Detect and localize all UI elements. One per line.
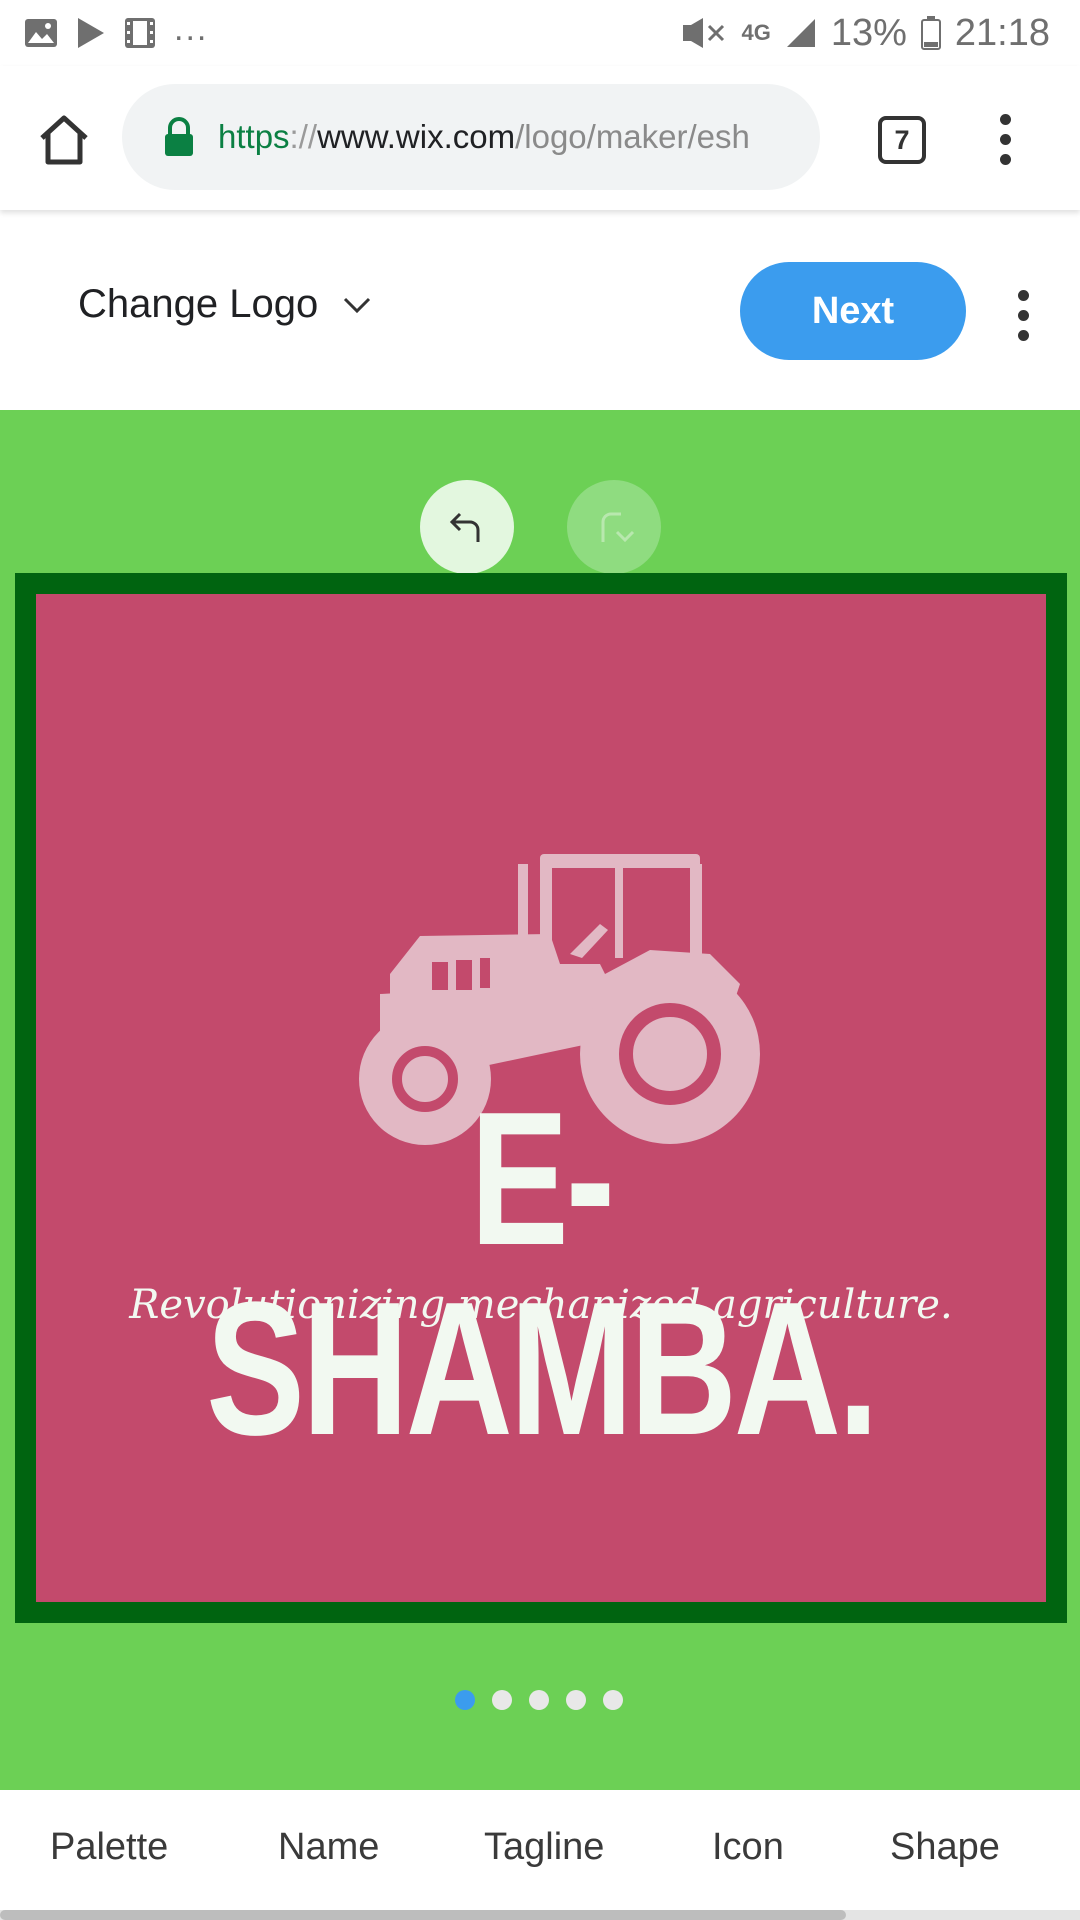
chevron-down-icon <box>344 297 371 313</box>
notification-overflow: ... <box>174 9 209 48</box>
url-scheme: https <box>218 118 290 155</box>
tab-count: 7 <box>894 124 910 155</box>
battery-percent: 13% <box>830 11 907 54</box>
pager-dot-4[interactable] <box>566 1690 586 1710</box>
browser-menu-icon[interactable] <box>1000 114 1012 165</box>
address-bar[interactable]: https://www.wix.com/logo/maker/esh <box>122 84 820 190</box>
redo-button[interactable] <box>567 480 661 574</box>
home-icon[interactable] <box>36 112 92 168</box>
redo-icon <box>601 512 635 543</box>
browser-toolbar: https://www.wix.com/logo/maker/esh 7 <box>0 66 1080 210</box>
logo-tagline: Revolutionizing mechanized agriculture. <box>129 1282 953 1328</box>
tab-tagline[interactable]: Tagline <box>484 1826 604 1869</box>
change-logo-label: Change Logo <box>78 282 319 326</box>
pager-dot-3[interactable] <box>529 1690 549 1710</box>
status-bar: ... 4G 13% 21:18 <box>0 0 1080 66</box>
url-host: www.wix.com <box>317 118 516 155</box>
clock: 21:18 <box>954 11 1050 54</box>
network-type: 4G <box>741 20 771 45</box>
url-separator: :// <box>289 118 318 155</box>
url-path: /logo/maker/esh <box>515 118 750 155</box>
editor-header: Change Logo Next <box>0 210 1080 410</box>
next-button[interactable]: Next <box>740 262 966 360</box>
mute-icon <box>681 17 727 49</box>
lock-icon <box>165 117 193 156</box>
pager-dot-5[interactable] <box>603 1690 623 1710</box>
image-icon <box>24 18 58 48</box>
tab-name[interactable]: Name <box>278 1826 379 1869</box>
battery-icon <box>920 16 941 50</box>
scrollbar-thumb[interactable] <box>0 1910 846 1920</box>
undo-button[interactable] <box>420 480 514 574</box>
pager-dot-1[interactable] <box>455 1690 475 1710</box>
tab-shape[interactable]: Shape <box>890 1826 1000 1869</box>
logo-preview[interactable]: E-SHAMBA. Revolutionizing mechanized agr… <box>15 573 1067 1623</box>
tab-icon[interactable]: Icon <box>712 1826 784 1869</box>
video-icon <box>124 17 156 49</box>
url-text: https://www.wix.com/logo/maker/esh <box>218 118 798 156</box>
logo-name: E-SHAMBA. <box>206 1073 879 1475</box>
pager-dots <box>455 1690 623 1710</box>
tab-switcher-button[interactable]: 7 <box>878 116 926 164</box>
play-icon <box>76 17 106 49</box>
editor-tab-bar: Palette Name Tagline Icon Shape <box>0 1790 1080 1920</box>
signal-icon <box>785 17 817 49</box>
undo-icon <box>449 512 480 542</box>
more-options-icon[interactable] <box>1018 290 1030 341</box>
tab-palette[interactable]: Palette <box>50 1826 168 1869</box>
pager-dot-2[interactable] <box>492 1690 512 1710</box>
logo-canvas: E-SHAMBA. Revolutionizing mechanized agr… <box>0 410 1080 1790</box>
change-logo-dropdown[interactable]: Change Logo <box>78 282 372 327</box>
tab-bar-scrollbar[interactable] <box>0 1910 1080 1920</box>
